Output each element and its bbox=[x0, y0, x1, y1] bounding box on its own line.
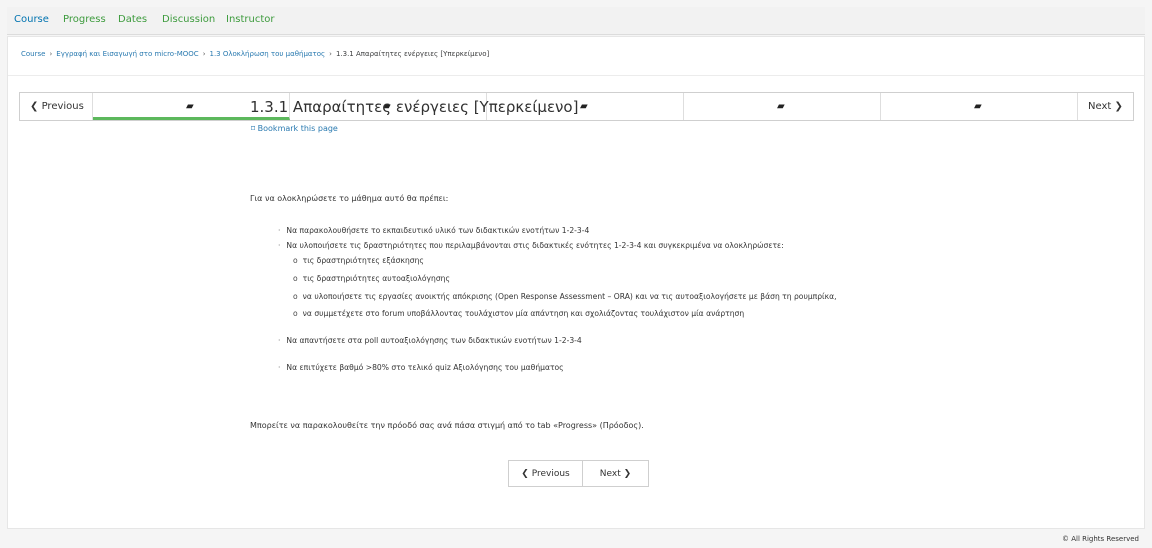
book-icon: ▰ bbox=[580, 101, 588, 112]
breadcrumb: Course › Εγγραφή και Εισαγωγή στο micro-MO… bbox=[21, 50, 489, 58]
bottom-nav: ❮ Previous Next ❯ bbox=[508, 460, 649, 487]
header-divider bbox=[8, 75, 1144, 76]
bottom-previous-button[interactable]: ❮ Previous bbox=[509, 461, 583, 486]
bullet-icon: · bbox=[278, 226, 281, 235]
sublist-item: o τις δραστηριότητες αυτοαξιολόγησης bbox=[293, 274, 450, 283]
book-icon: ▰ bbox=[974, 101, 982, 112]
bookmark-label: Bookmark this page bbox=[257, 124, 338, 133]
sublist-item-text: τις δραστηριότητες αυτοαξιολόγησης bbox=[302, 274, 450, 283]
bookmark-icon: ⌑ bbox=[251, 124, 256, 133]
sequence-next-label: Next bbox=[1088, 101, 1112, 112]
breadcrumb-separator: › bbox=[329, 50, 332, 58]
sequence-next-button[interactable]: Next ❯ bbox=[1078, 93, 1133, 120]
circle-bullet-icon: o bbox=[293, 292, 298, 301]
tab-course[interactable]: Course bbox=[14, 14, 49, 25]
bullet-icon: · bbox=[278, 241, 281, 250]
sublist-item: o τις δραστηριότητες εξάσκησης bbox=[293, 256, 424, 265]
list-item-text: Να παρακολουθήσετε το εκπαιδευτικό υλικό… bbox=[286, 226, 590, 235]
book-icon: ▰ bbox=[777, 101, 785, 112]
list-item: · Να επιτύχετε βαθμό >80% στο τελικό quiz… bbox=[278, 363, 564, 372]
sublist-item: o να συμμετέχετε στο forum υποβάλλοντας τ… bbox=[293, 309, 744, 318]
breadcrumb-item-course[interactable]: Course bbox=[21, 50, 45, 58]
breadcrumb-separator: › bbox=[49, 50, 53, 58]
list-item-text: Να επιτύχετε βαθμό >80% στο τελικό quiz … bbox=[286, 363, 564, 372]
sequence-unit-4[interactable]: ▰ bbox=[684, 93, 881, 120]
bottom-next-button[interactable]: Next ❯ bbox=[583, 461, 648, 486]
chevron-left-icon: ❮ bbox=[521, 469, 529, 479]
list-item: · Να υλοποιήσετε τις δραστηριότητες που π… bbox=[278, 241, 784, 250]
unit-title: 1.3.1 Απαραίτητες ενέργειες [Υπερκείμενο… bbox=[250, 98, 579, 116]
sequence-previous-button[interactable]: ❮ Previous bbox=[20, 93, 93, 120]
intro-text: Για να ολοκληρώσετε το μάθημα αυτό θα πρ… bbox=[250, 194, 449, 203]
sequence-previous-label: Previous bbox=[41, 101, 84, 112]
breadcrumb-item-subsection[interactable]: 1.3 Ολοκλήρωση του μαθήματος bbox=[210, 50, 326, 58]
outro-text: Μπορείτε να παρακολουθείτε την πρόοδό σα… bbox=[250, 421, 644, 430]
bottom-previous-label: Previous bbox=[531, 469, 570, 479]
breadcrumb-separator: › bbox=[202, 50, 206, 58]
course-tabs: Course Progress Dates Discussion Instruc… bbox=[7, 7, 1145, 35]
book-icon: ▰ bbox=[186, 101, 194, 112]
copyright-footer: © All Rights Reserved bbox=[1061, 535, 1139, 543]
bookmark-button[interactable]: ⌑ Bookmark this page bbox=[251, 124, 338, 133]
list-item: · Να απαντήσετε στα poll αυτοαξιολόγησης … bbox=[278, 336, 582, 345]
tab-progress[interactable]: Progress bbox=[63, 14, 106, 25]
sublist-item-text: να υλοποιήσετε τις εργασίες ανοικτής από… bbox=[302, 292, 837, 301]
list-item-text: Να υλοποιήσετε τις δραστηριότητες που πε… bbox=[286, 241, 784, 250]
bottom-next-label: Next bbox=[599, 469, 621, 479]
tab-dates[interactable]: Dates bbox=[118, 14, 147, 25]
circle-bullet-icon: o bbox=[293, 256, 298, 265]
bullet-icon: · bbox=[278, 363, 281, 372]
circle-bullet-icon: o bbox=[293, 274, 298, 283]
bullet-icon: · bbox=[278, 336, 281, 345]
circle-bullet-icon: o bbox=[293, 309, 298, 318]
tab-discussion[interactable]: Discussion bbox=[162, 14, 215, 25]
chevron-left-icon: ❮ bbox=[30, 101, 39, 112]
list-item: · Να παρακολουθήσετε το εκπαιδευτικό υλικ… bbox=[278, 226, 589, 235]
breadcrumb-item-section[interactable]: Εγγραφή και Εισαγωγή στο micro-MOOC bbox=[56, 50, 198, 58]
breadcrumb-item-current: 1.3.1 Απαραίτητες ενέργειες [Υπερκείμενο… bbox=[335, 50, 490, 58]
chevron-right-icon: ❯ bbox=[623, 469, 632, 479]
sublist-item: o να υλοποιήσετε τις εργασίες ανοικτής απ… bbox=[293, 292, 837, 301]
sublist-item-text: να συμμετέχετε στο forum υποβάλλοντας το… bbox=[302, 309, 745, 318]
tab-instructor[interactable]: Instructor bbox=[226, 14, 275, 25]
sequence-unit-5[interactable]: ▰ bbox=[881, 93, 1078, 120]
list-item-text: Να απαντήσετε στα poll αυτοαξιολόγησης τ… bbox=[286, 336, 582, 345]
chevron-right-icon: ❯ bbox=[1114, 101, 1123, 112]
sublist-item-text: τις δραστηριότητες εξάσκησης bbox=[302, 256, 424, 265]
